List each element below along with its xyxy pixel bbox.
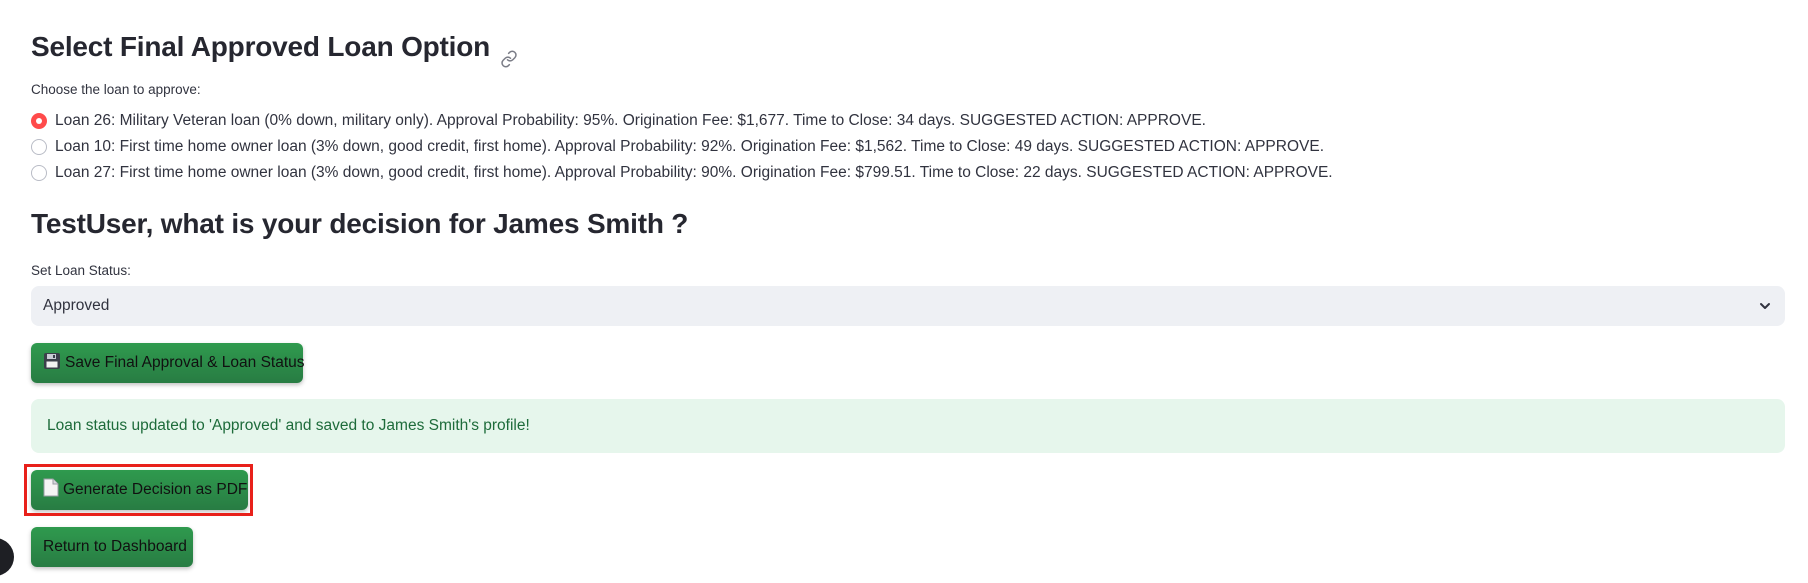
section-title-text: Select Final Approved Loan Option	[31, 31, 491, 62]
floating-action-circle[interactable]	[0, 538, 14, 576]
link-icon[interactable]	[500, 40, 518, 68]
loan-option-label: Loan 27: First time home owner loan (3% …	[55, 164, 1333, 181]
document-icon	[43, 478, 59, 502]
radio-button-selected[interactable]	[31, 113, 47, 129]
success-message: Loan status updated to 'Approved' and sa…	[47, 417, 530, 434]
success-alert: Loan status updated to 'Approved' and sa…	[31, 399, 1785, 453]
loan-status-value: Approved	[43, 297, 110, 314]
radio-button[interactable]	[31, 139, 47, 155]
loan-status-select[interactable]: Approved	[31, 286, 1785, 326]
return-dashboard-button[interactable]: Return to Dashboard	[31, 527, 193, 567]
floppy-disk-icon	[43, 352, 61, 375]
section-title: Select Final Approved Loan Option	[31, 28, 518, 68]
loan-option-label: Loan 10: First time home owner loan (3% …	[55, 138, 1324, 155]
return-dashboard-label: Return to Dashboard	[43, 538, 187, 555]
radio-button[interactable]	[31, 165, 47, 181]
status-select-label: Set Loan Status:	[31, 263, 131, 278]
loan-radio-group: Loan 26: Military Veteran loan (0% down,…	[31, 108, 1333, 186]
save-approval-label: Save Final Approval & Loan Status	[65, 354, 305, 371]
chevron-down-icon	[1757, 298, 1773, 314]
save-approval-button[interactable]: Save Final Approval & Loan Status	[31, 343, 305, 383]
loan-option-27[interactable]: Loan 27: First time home owner loan (3% …	[31, 160, 1333, 186]
generate-pdf-button[interactable]: Generate Decision as PDF	[31, 470, 248, 510]
loan-option-26[interactable]: Loan 26: Military Veteran loan (0% down,…	[31, 108, 1333, 134]
decision-title: TestUser, what is your decision for Jame…	[31, 208, 689, 239]
page: Select Final Approved Loan Option Choose…	[0, 0, 1808, 583]
loan-option-label: Loan 26: Military Veteran loan (0% down,…	[55, 112, 1206, 129]
radio-group-label: Choose the loan to approve:	[31, 82, 201, 97]
loan-option-10[interactable]: Loan 10: First time home owner loan (3% …	[31, 134, 1333, 160]
generate-pdf-label: Generate Decision as PDF	[63, 481, 248, 498]
